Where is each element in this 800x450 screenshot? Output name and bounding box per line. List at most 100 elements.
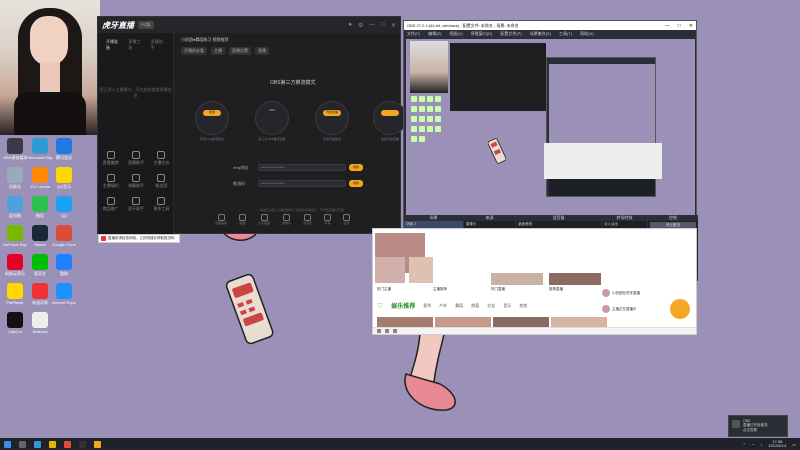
stream-thumbnail[interactable] (549, 273, 601, 285)
desktop-icon[interactable]: OBS源自媒体(64bit) (3, 138, 27, 160)
tool-button[interactable]: 虎牙助手 (123, 197, 148, 212)
copy-rtmp-button[interactable]: 复制 (349, 164, 363, 171)
chip-1[interactable]: 主播 (211, 47, 225, 55)
clock[interactable]: 17:58 2022/6/14 (768, 440, 786, 448)
menu-item[interactable]: 帮助(H) (580, 31, 594, 37)
bottom-tool-button[interactable]: 声音 (324, 214, 332, 225)
desktop-icon[interactable]: 有道词典 (28, 283, 52, 305)
obs-preview[interactable] (406, 39, 695, 215)
thumb-caption[interactable]: 热门主播 (377, 287, 391, 292)
tool-button[interactable]: 直播美颜 (98, 151, 123, 166)
copy-key-button[interactable]: 复制 (349, 180, 363, 187)
scene-item[interactable]: 场景 2 (404, 221, 463, 228)
bottom-tool-button[interactable]: 文字贴图 (258, 214, 270, 225)
toolbar-icon[interactable] (393, 329, 397, 333)
bottom-tool-button[interactable]: 贴图 (239, 214, 247, 225)
bottom-tool-button[interactable]: 摄像头 (282, 214, 291, 225)
desktop-icon[interactable]: 此电脑 (3, 196, 27, 218)
search-icon[interactable] (19, 440, 26, 448)
obs-icon[interactable] (79, 440, 86, 448)
desktop-icon[interactable]: 腾讯会议 (52, 138, 76, 160)
minimize-icon[interactable]: — (665, 23, 670, 29)
tab-assistant[interactable]: 直播助手 (151, 39, 165, 51)
desktop-icon[interactable]: Internet Explorer (52, 283, 76, 305)
edge-icon[interactable] (34, 440, 41, 448)
source-item[interactable]: 摄像头 (464, 221, 515, 228)
section-tab[interactable]: 其他 (519, 303, 527, 309)
toolbar-icon[interactable] (377, 329, 381, 333)
minimize-icon[interactable]: — (369, 22, 375, 29)
desktop-icon[interactable]: 酷狗 (52, 254, 76, 276)
desktop-icon[interactable]: CapCut (3, 312, 27, 334)
desktop-icon[interactable]: QQ音乐 (52, 167, 76, 189)
desktop-icon[interactable]: Notepad (28, 312, 52, 334)
system-toast[interactable]: OBS 直播已开始推流 点击查看 (728, 415, 788, 437)
toolbar-icon[interactable] (385, 329, 389, 333)
desktop-icon[interactable]: PotPlayer (3, 283, 27, 305)
tool-button[interactable]: 主播任务 (149, 151, 174, 166)
menu-item[interactable]: 工具(T) (559, 31, 572, 37)
stream-thumbnail[interactable] (409, 257, 433, 283)
section-tab[interactable]: 颜值 (471, 303, 479, 309)
section-tab[interactable]: 舞蹈 (455, 303, 463, 309)
tool-button[interactable]: 主播福利 (98, 174, 123, 189)
tool-button[interactable]: 弹幕助手 (123, 174, 148, 189)
tab-prepare[interactable]: 开播准备 (106, 39, 120, 51)
start-icon[interactable] (4, 440, 11, 448)
thumb-caption[interactable]: 主播推荐 (433, 287, 447, 292)
tool-button[interactable]: 直播助手 (123, 151, 148, 166)
menu-item[interactable]: 视图(V) (449, 31, 462, 37)
tool-button[interactable]: 商品推广 (98, 197, 123, 212)
tool-button[interactable]: 更多工具 (149, 197, 174, 212)
stream-thumbnail[interactable] (375, 257, 405, 283)
section-tab[interactable]: 星秀 (423, 303, 431, 309)
section-tab[interactable]: 户外 (439, 303, 447, 309)
network-icon[interactable]: ◔ (752, 442, 754, 447)
menu-item[interactable]: 停靠窗口(D) (471, 31, 493, 37)
settings-icon[interactable]: ⚙ (358, 22, 363, 29)
rtmp-input[interactable]: *************** (258, 164, 346, 171)
desktop-icon[interactable]: 网易云音乐 (3, 254, 27, 276)
tab-tools[interactable]: 直播工具 (128, 39, 142, 51)
transition-select[interactable]: 淡入淡出 (602, 221, 647, 228)
desktop-icon[interactable]: GeForce Experience (3, 225, 27, 247)
desktop-icon[interactable]: Google Chrome (52, 225, 76, 247)
maximize-icon[interactable]: □ (381, 22, 385, 29)
side-item[interactable]: 小奶团在虎牙直播 (602, 289, 692, 297)
bottom-tool-button[interactable]: 设置 (343, 214, 351, 225)
network-notification[interactable]: 直播前请检查网络，立即测速并获取推流码 (98, 234, 180, 243)
desktop-icon[interactable]: VLC media (28, 167, 52, 189)
section-tab[interactable]: 音乐 (503, 303, 511, 309)
bottom-tool-button[interactable]: 麦克风 (303, 214, 312, 225)
menu-item[interactable]: 文件(F) (407, 31, 420, 37)
menu-item[interactable]: 场景集合(S) (530, 31, 551, 37)
chip-2[interactable]: 直播设置 (229, 47, 251, 55)
desktop-icon[interactable]: QQ (52, 196, 76, 218)
menu-item[interactable]: 编辑(E) (428, 31, 441, 37)
desktop-icon[interactable]: Microsoft Edge (28, 138, 52, 160)
desktop-icon[interactable]: Steam (28, 225, 52, 247)
chrome-icon[interactable] (64, 440, 71, 448)
volume-icon[interactable]: ♪ (760, 442, 762, 447)
maximize-icon[interactable]: □ (678, 23, 681, 29)
thumb-caption[interactable]: 推荐直播 (549, 287, 563, 292)
tool-button[interactable]: 粉丝团 (149, 174, 174, 189)
stream-key-input[interactable]: *************** (258, 180, 346, 187)
section-tab[interactable]: 交友 (487, 303, 495, 309)
close-icon[interactable]: ✕ (391, 22, 396, 29)
notification-icon[interactable]: ▭ (792, 442, 796, 447)
desktop-icon[interactable]: 爱奇艺 (28, 254, 52, 276)
menu-item[interactable]: 配置文件(P) (500, 31, 521, 37)
thumb-caption[interactable]: 热门直播 (491, 287, 505, 292)
close-icon[interactable]: ✕ (689, 23, 693, 29)
version-badge[interactable]: PC版 (138, 21, 154, 29)
desktop-icon[interactable]: 回收站 (3, 167, 27, 189)
huya-icon[interactable] (94, 440, 101, 448)
folder-icon[interactable] (49, 440, 56, 448)
tray-chevron-icon[interactable]: ⌃ (743, 442, 746, 447)
stream-title[interactable]: 小奶团●舞蹈练习 视频推荐 (181, 37, 229, 43)
chip-0[interactable]: 开播前必看 (181, 47, 207, 55)
chip-3[interactable]: 直播 (255, 47, 269, 55)
stream-thumbnail[interactable] (491, 273, 543, 285)
bottom-tool-button[interactable]: 直播画质 (215, 214, 227, 225)
